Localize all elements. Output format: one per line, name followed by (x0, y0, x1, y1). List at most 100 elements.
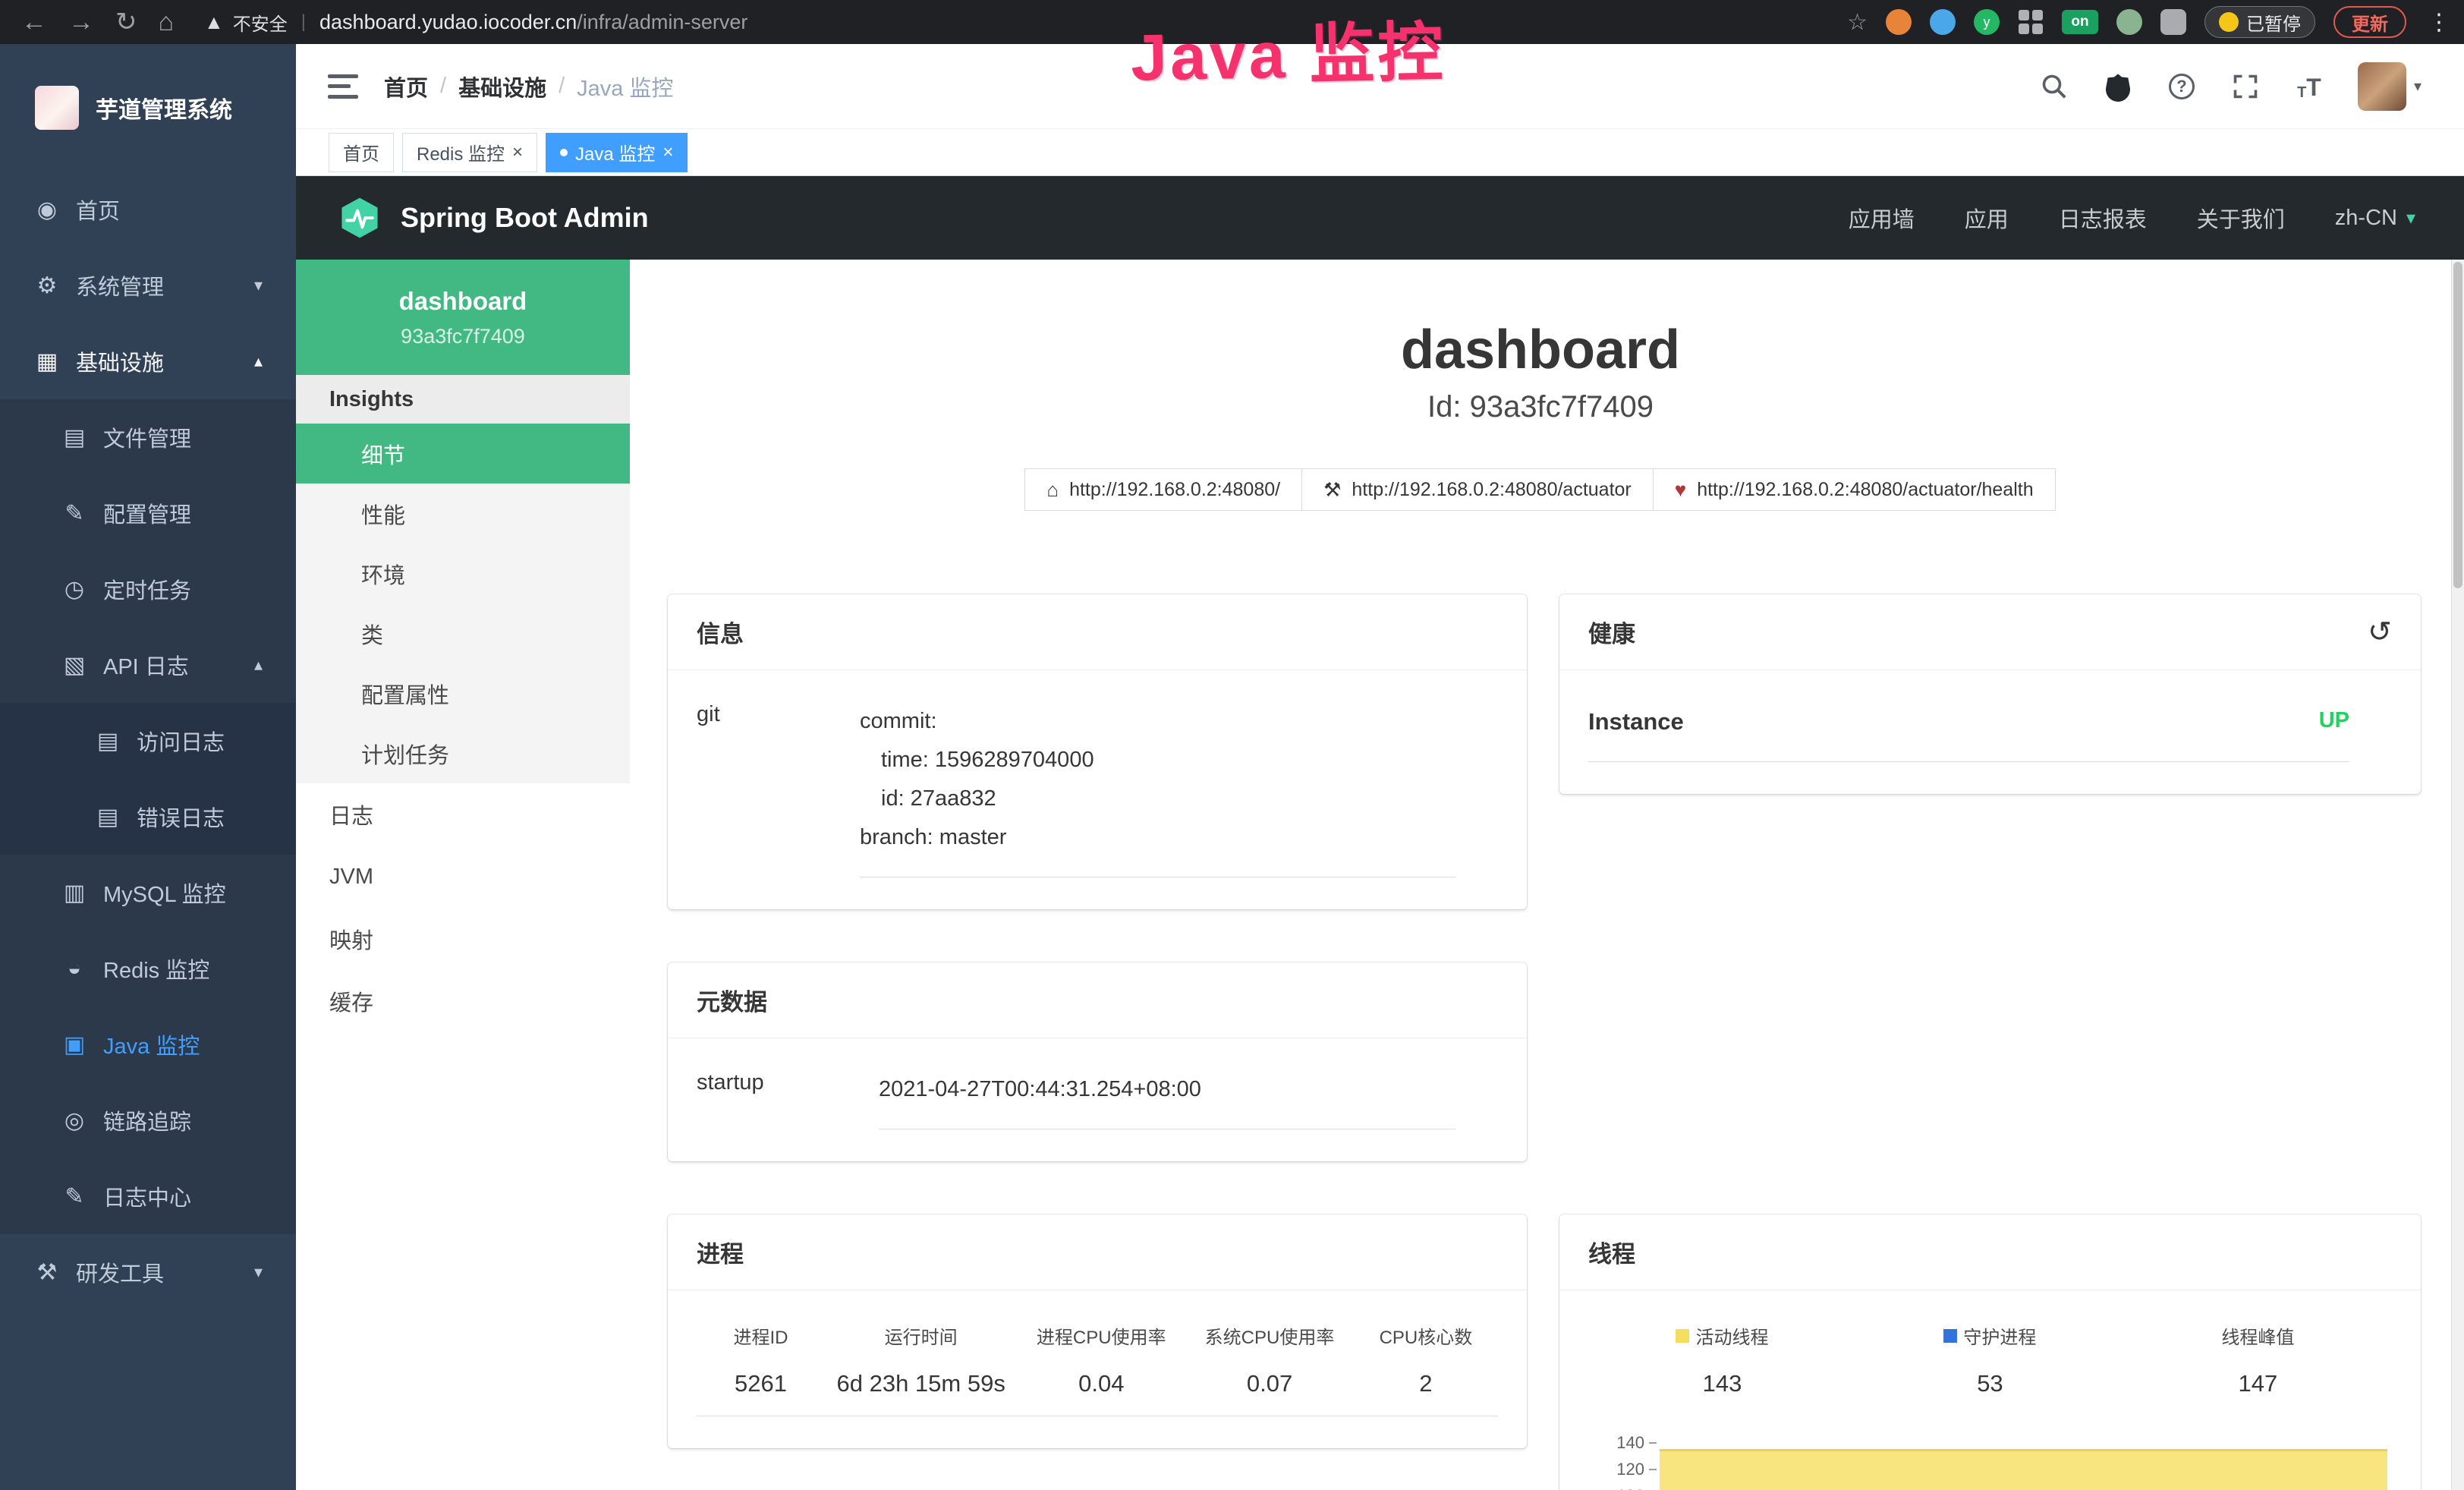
font-size-icon[interactable]: TT (2294, 71, 2324, 102)
extension-grid-icon[interactable] (2018, 9, 2044, 35)
back-icon[interactable]: ← (21, 8, 47, 37)
sba-nav-about[interactable]: 关于我们 (2197, 202, 2285, 234)
sidebar-item-config-props[interactable]: 配置属性 (296, 663, 630, 723)
trace-icon: ◎ (61, 1107, 88, 1134)
sidebar-item-mappings[interactable]: 映射 (296, 908, 630, 970)
sidebar-item-file-management[interactable]: ▤ 文件管理 (0, 399, 296, 475)
sidebar-item-error-logs[interactable]: ▤ 错误日志 (0, 779, 296, 855)
history-icon[interactable]: ↺ (2368, 615, 2392, 649)
close-icon[interactable]: × (662, 143, 673, 162)
tab-home[interactable]: 首页 (329, 133, 394, 172)
breadcrumb-separator (428, 74, 458, 99)
sidebar-item-details[interactable]: 细节 (296, 424, 630, 484)
sidebar-item-infrastructure[interactable]: ▦ 基础设施 ▴ (0, 323, 296, 399)
sidebar-item-config-management[interactable]: ✎ 配置管理 (0, 475, 296, 551)
fullscreen-icon[interactable] (2230, 71, 2261, 102)
sidebar-item-home[interactable]: ◉ 首页 (0, 172, 296, 247)
security-label: 不安全 (233, 9, 288, 36)
process-cpu-value: 0.04 (1017, 1370, 1185, 1397)
sidebar-item-classes[interactable]: 类 (296, 603, 630, 663)
breadcrumb: 首页 基础设施 Java 监控 (384, 71, 673, 102)
scrollbar-thumb[interactable] (2453, 262, 2462, 588)
sidebar-item-dev-tools[interactable]: ⚒ 研发工具 ▾ (0, 1234, 296, 1310)
threads-card: 线程 活动线程 143 守护进程 53 (1559, 1214, 2421, 1490)
instance-links: ⌂ http://192.168.0.2:48080/ ⚒ http://192… (630, 468, 2451, 511)
sidebar-item-java-monitor[interactable]: ▣ Java 监控 (0, 1006, 296, 1082)
sidebar-item-scheduled-tasks[interactable]: 计划任务 (296, 723, 630, 783)
page-scrollbar[interactable] (2451, 260, 2464, 1490)
help-icon[interactable]: ? (2167, 71, 2197, 102)
github-icon[interactable] (2103, 71, 2133, 102)
peak-threads-label: 线程峰值 (2221, 1322, 2294, 1349)
breadcrumb-current: Java 监控 (577, 71, 673, 102)
metadata-key: startup (697, 1070, 879, 1129)
sba-nav-wallboard[interactable]: 应用墙 (1849, 202, 1915, 234)
paused-label: 已暂停 (2246, 9, 2301, 36)
sba-brand-title: Spring Boot Admin (401, 202, 649, 234)
app-logo[interactable]: 芋道管理系统 (0, 44, 296, 172)
sba-nav-applications[interactable]: 应用 (1965, 202, 2009, 234)
sidebar-item-system-management[interactable]: ⚙ 系统管理 ▾ (0, 247, 296, 323)
service-url-link[interactable]: ⌂ http://192.168.0.2:48080/ (1024, 468, 1302, 511)
sidebar-item-scheduled-jobs[interactable]: ◷ 定时任务 (0, 551, 296, 627)
sidebar-item-access-logs[interactable]: ▤ 访问日志 (0, 703, 296, 779)
sidebar-item-mysql-monitor[interactable]: ▥ MySQL 监控 (0, 855, 296, 931)
system-cpu-value: 0.07 (1185, 1370, 1354, 1397)
extension-on-badge[interactable]: on (2062, 10, 2098, 34)
extension-green-circle-icon[interactable]: y (1974, 9, 2000, 35)
sidebar-item-environment[interactable]: 环境 (296, 543, 630, 603)
url-separator: | (301, 11, 306, 33)
uptime-value: 6d 23h 15m 59s (825, 1370, 1017, 1397)
security-indicator[interactable]: ▲ 不安全 (204, 9, 288, 36)
forward-icon[interactable]: → (68, 8, 94, 37)
extension-leaf-icon[interactable] (2116, 9, 2142, 35)
sidebar-item-metrics[interactable]: 性能 (296, 484, 630, 543)
sidebar-item-log-center[interactable]: ✎ 日志中心 (0, 1158, 296, 1234)
bookmark-star-icon[interactable]: ☆ (1847, 9, 1868, 36)
instance-id: 93a3fc7f7409 (401, 325, 525, 348)
refresh-icon[interactable]: ↻ (115, 7, 137, 37)
sidebar-item-api-logs[interactable]: ▧ API 日志 ▴ (0, 627, 296, 703)
search-icon[interactable] (2039, 71, 2069, 102)
main-column: 首页 基础设施 Java 监控 ? TT (296, 44, 2464, 1490)
address-bar[interactable]: dashboard.yudao.iocoder.cn/infra/admin-s… (319, 11, 747, 34)
metadata-card-title: 元数据 (697, 983, 767, 1017)
sidebar-item-redis-monitor[interactable]: ◒ Redis 监控 (0, 931, 296, 1006)
sidebar-item-trace[interactable]: ◎ 链路追踪 (0, 1082, 296, 1158)
tab-java-monitor[interactable]: Java 监控 × (546, 133, 688, 172)
home-nav-icon[interactable]: ⌂ (159, 8, 175, 37)
chrome-menu-icon[interactable]: ⋮ (2428, 9, 2450, 36)
health-url-link[interactable]: ♥ http://192.168.0.2:48080/actuator/heal… (1653, 468, 2056, 511)
sidebar-item-jvm[interactable]: JVM (296, 846, 630, 908)
sidebar-group-insights[interactable]: Insights (296, 375, 630, 424)
sba-language-select[interactable]: zh-CN ▾ (2335, 206, 2415, 231)
page-subtitle: Id: 93a3fc7f7409 (630, 390, 2451, 424)
tags-view-bar: 首页 Redis 监控 × Java 监控 × (296, 129, 2464, 176)
extension-drop-icon[interactable] (1930, 9, 1956, 35)
url-path: /infra/admin-server (577, 11, 747, 33)
tab-redis-monitor[interactable]: Redis 监控 × (402, 133, 537, 172)
instance-name: dashboard (399, 287, 527, 316)
sidebar-item-logs[interactable]: 日志 (296, 783, 630, 846)
close-icon[interactable]: × (512, 143, 523, 162)
threads-chart-yaxis: 140 120 100 (1588, 1429, 1657, 1490)
sba-brand[interactable]: Spring Boot Admin (338, 197, 649, 239)
user-avatar[interactable]: ▾ (2358, 62, 2422, 111)
heart-icon: ♥ (1675, 478, 1686, 502)
extension-fox-icon[interactable] (1886, 9, 1912, 35)
threads-card-title: 线程 (1588, 1235, 1635, 1269)
chrome-update-button[interactable]: 更新 (2333, 6, 2406, 38)
threads-chart: 140 120 100 (1588, 1429, 2392, 1490)
chevron-down-icon: ▾ (2406, 207, 2415, 229)
error-log-icon: ▤ (94, 804, 121, 830)
actuator-url-link[interactable]: ⚒ http://192.168.0.2:48080/actuator (1301, 468, 1654, 511)
paused-badge[interactable]: 已暂停 (2204, 6, 2315, 38)
sidebar-item-caches[interactable]: 缓存 (296, 970, 630, 1032)
breadcrumb-infrastructure[interactable]: 基础设施 (458, 71, 546, 102)
sba-nav-journal[interactable]: 日志报表 (2059, 202, 2147, 234)
extension-puzzle-icon[interactable] (2160, 9, 2186, 35)
instance-header[interactable]: dashboard 93a3fc7f7409 (296, 260, 630, 375)
hamburger-icon[interactable] (328, 74, 358, 99)
sba-header: Spring Boot Admin 应用墙 应用 日志报表 关于我们 zh-CN… (296, 176, 2464, 260)
breadcrumb-home[interactable]: 首页 (384, 71, 428, 102)
